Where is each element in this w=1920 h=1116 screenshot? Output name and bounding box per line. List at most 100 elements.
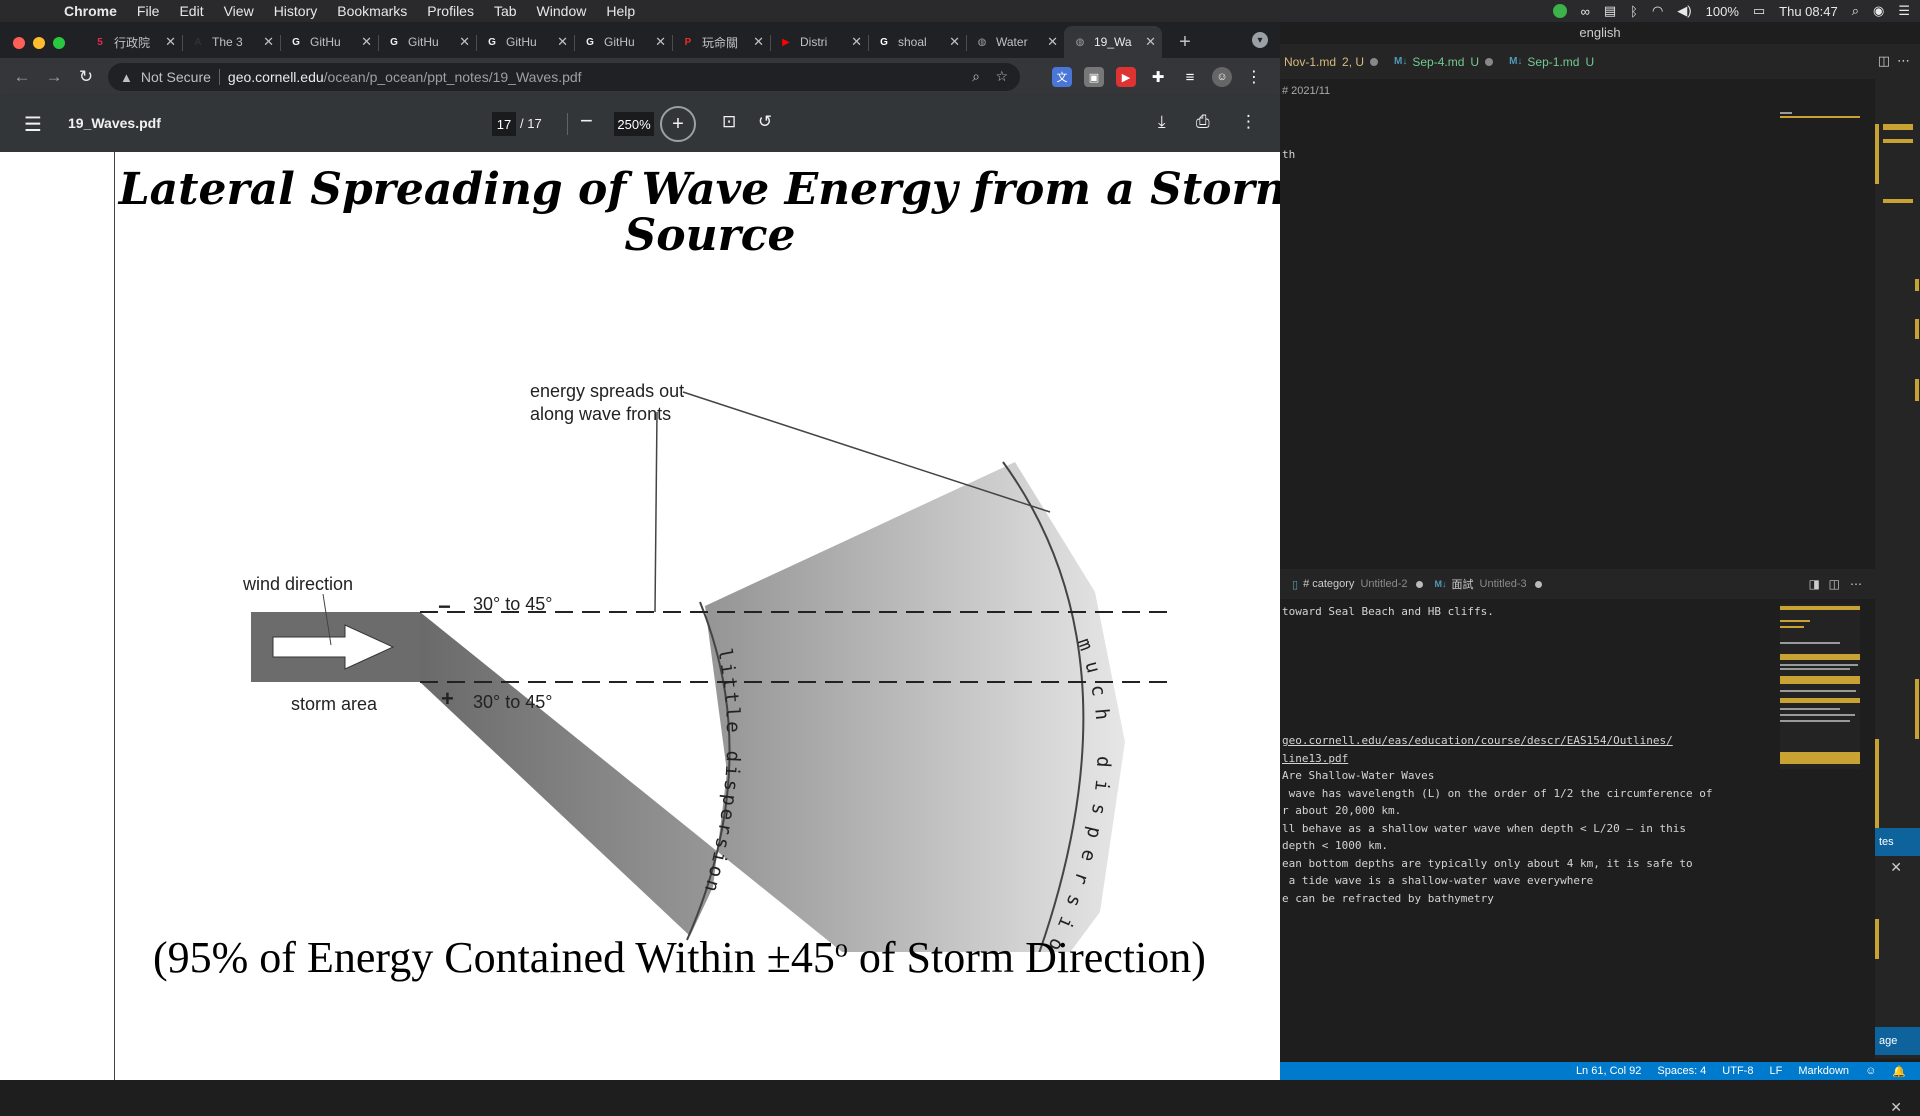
close-icon[interactable]: ✕	[1890, 859, 1902, 876]
browser-tab[interactable]: A The 3 ✕	[182, 26, 280, 58]
zoom-in-button[interactable]: +	[660, 106, 696, 142]
unsaved-dot-icon[interactable]	[1415, 580, 1423, 588]
browser-tab[interactable]: ◍ Water ✕	[966, 26, 1064, 58]
menu-profiles[interactable]: Profiles	[427, 3, 474, 19]
tab-close-icon[interactable]: ✕	[655, 34, 666, 50]
close-window-button[interactable]	[13, 37, 25, 49]
pdf-viewport[interactable]: Lateral Spreading of Wave Energy from a …	[0, 152, 1280, 1080]
panel-button-top[interactable]: tes	[1875, 828, 1920, 856]
browser-tab[interactable]: G GitHu ✕	[476, 26, 574, 58]
siri-icon[interactable]: ◉	[1873, 3, 1884, 19]
tab-search-icon[interactable]: ▾	[1252, 32, 1268, 48]
language-mode[interactable]: Markdown	[1798, 1065, 1849, 1077]
bluetooth-icon[interactable]: ᛒ	[1630, 4, 1638, 19]
zoom-level-input[interactable]: 250%	[614, 112, 654, 136]
close-icon[interactable]: ✕	[1890, 1099, 1902, 1116]
extensions-puzzle-icon[interactable]: ✚	[1148, 67, 1168, 87]
split-editor-icon[interactable]: ◫	[1878, 53, 1890, 69]
new-tab-button[interactable]: +	[1170, 26, 1200, 58]
unsaved-dot-icon[interactable]	[1534, 580, 1542, 588]
menu-window[interactable]: Window	[537, 3, 587, 19]
tab-close-icon[interactable]: ✕	[459, 34, 470, 50]
tab-close-icon[interactable]: ✕	[263, 34, 274, 50]
warning-triangle-icon[interactable]: ▲	[120, 70, 133, 85]
youtube-extension-icon[interactable]: ▶	[1116, 67, 1136, 87]
cursor-position[interactable]: Ln 61, Col 92	[1576, 1065, 1641, 1077]
hamburger-menu-icon[interactable]: ☰	[24, 112, 42, 137]
tab-sep-1[interactable]: M↓ Sep-1.md U	[1505, 55, 1606, 69]
download-icon[interactable]: ⤓	[1158, 112, 1166, 132]
reading-list-icon[interactable]: ≡	[1180, 67, 1200, 87]
reload-icon[interactable]: ↻	[74, 65, 98, 89]
menubar-clock[interactable]: Thu 08:47	[1779, 4, 1838, 19]
editor-more-icon[interactable]: ⋯	[1850, 577, 1862, 591]
profile-avatar[interactable]: ☺	[1212, 67, 1232, 87]
menu-history[interactable]: History	[274, 3, 318, 19]
tab-sep-4[interactable]: M↓ Sep-4.md U	[1390, 55, 1505, 69]
browser-tab[interactable]: G GitHu ✕	[574, 26, 672, 58]
unsaved-dot-icon[interactable]	[1370, 57, 1379, 66]
tab-close-icon[interactable]: ✕	[851, 34, 862, 50]
back-arrow-icon[interactable]: ←	[10, 65, 34, 89]
minimap-top[interactable]	[1780, 92, 1860, 562]
file-encoding[interactable]: UTF-8	[1722, 1065, 1753, 1077]
print-icon[interactable]: ⎙	[1196, 112, 1210, 132]
fit-page-icon[interactable]: ⊡	[722, 112, 736, 132]
tab-close-icon[interactable]: ✕	[1145, 34, 1156, 50]
menu-tab[interactable]: Tab	[494, 3, 517, 19]
wifi-icon[interactable]: ◠	[1652, 3, 1663, 19]
browser-tab[interactable]: ▶ Distri ✕	[770, 26, 868, 58]
editor-pane-top[interactable]: # 2021/11 th	[1280, 79, 1775, 569]
chrome-menu-icon[interactable]: ⋮	[1244, 67, 1264, 87]
glasses-icon[interactable]: ∞	[1581, 4, 1590, 19]
browser-tab[interactable]: G GitHu ✕	[378, 26, 476, 58]
browser-tab[interactable]: G GitHu ✕	[280, 26, 378, 58]
preview-icon[interactable]: ◨	[1809, 577, 1820, 591]
control-center-icon[interactable]: ☰	[1898, 3, 1910, 19]
menu-view[interactable]: View	[224, 3, 254, 19]
pdf-more-icon[interactable]: ⋮	[1240, 112, 1257, 132]
minimize-window-button[interactable]	[33, 37, 45, 49]
menu-help[interactable]: Help	[606, 3, 635, 19]
end-of-line[interactable]: LF	[1769, 1065, 1782, 1077]
menu-edit[interactable]: Edit	[179, 3, 203, 19]
editor-link-line[interactable]: line13.pdf	[1282, 752, 1348, 765]
tab-interview[interactable]: M↓ 面試 Untitled-3	[1435, 576, 1542, 592]
bookmark-star-icon[interactable]: ☆	[995, 68, 1008, 85]
url-path[interactable]: /ocean/p_ocean/ppt_notes/19_Waves.pdf	[324, 69, 582, 85]
breadcrumb[interactable]: # 2021/11	[1282, 85, 1330, 97]
tab-nov-1[interactable]: Nov-1.md 2, U	[1280, 55, 1390, 69]
browser-tab[interactable]: 5 行政院 ✕	[84, 26, 182, 58]
menu-bookmarks[interactable]: Bookmarks	[337, 3, 407, 19]
battery-icon[interactable]: ▭	[1753, 3, 1765, 19]
browser-tab[interactable]: Gshoal ✕	[868, 26, 966, 58]
minimap-bottom[interactable]	[1780, 604, 1860, 769]
forward-arrow-icon[interactable]: →	[42, 65, 66, 89]
security-status[interactable]: Not Secure	[141, 69, 211, 85]
tab-close-icon[interactable]: ✕	[949, 34, 960, 50]
browser-tab[interactable]: ◍ 19_Wa ✕	[1064, 26, 1162, 58]
tab-close-icon[interactable]: ✕	[1047, 34, 1058, 50]
notifications-bell-icon[interactable]: 🔔	[1892, 1065, 1906, 1078]
battery-percent[interactable]: 100%	[1706, 4, 1739, 19]
editor-pane-bottom[interactable]: toward Seal Beach and HB cliffs. geo.cor…	[1280, 599, 1775, 1059]
feedback-icon[interactable]: ☺	[1865, 1065, 1876, 1077]
address-bar[interactable]: ▲ Not Secure geo.cornell.edu/ocean/p_oce…	[108, 63, 1020, 91]
tab-close-icon[interactable]: ✕	[557, 34, 568, 50]
line-app-icon[interactable]	[1552, 4, 1567, 18]
tab-close-icon[interactable]: ✕	[361, 34, 372, 50]
browser-tab[interactable]: P 玩命關 ✕	[672, 26, 770, 58]
menu-app-chrome[interactable]: Chrome	[64, 3, 117, 19]
unsaved-dot-icon[interactable]	[1485, 57, 1494, 66]
page-number-input[interactable]: 17	[492, 112, 516, 136]
editor-link-line[interactable]: geo.cornell.edu/eas/education/course/des…	[1282, 734, 1673, 747]
tab-category[interactable]: ▯ # category Untitled-2	[1292, 578, 1423, 591]
split-editor-icon[interactable]: ◫	[1829, 577, 1840, 591]
google-translate-extension-icon[interactable]: 文	[1052, 67, 1072, 87]
rotate-icon[interactable]: ↺	[758, 112, 772, 132]
tab-close-icon[interactable]: ✕	[753, 34, 764, 50]
url-host[interactable]: geo.cornell.edu	[228, 69, 324, 85]
indentation[interactable]: Spaces: 4	[1657, 1065, 1706, 1077]
spotlight-search-icon[interactable]: ⌕	[1852, 3, 1859, 19]
menu-file[interactable]: File	[137, 3, 160, 19]
